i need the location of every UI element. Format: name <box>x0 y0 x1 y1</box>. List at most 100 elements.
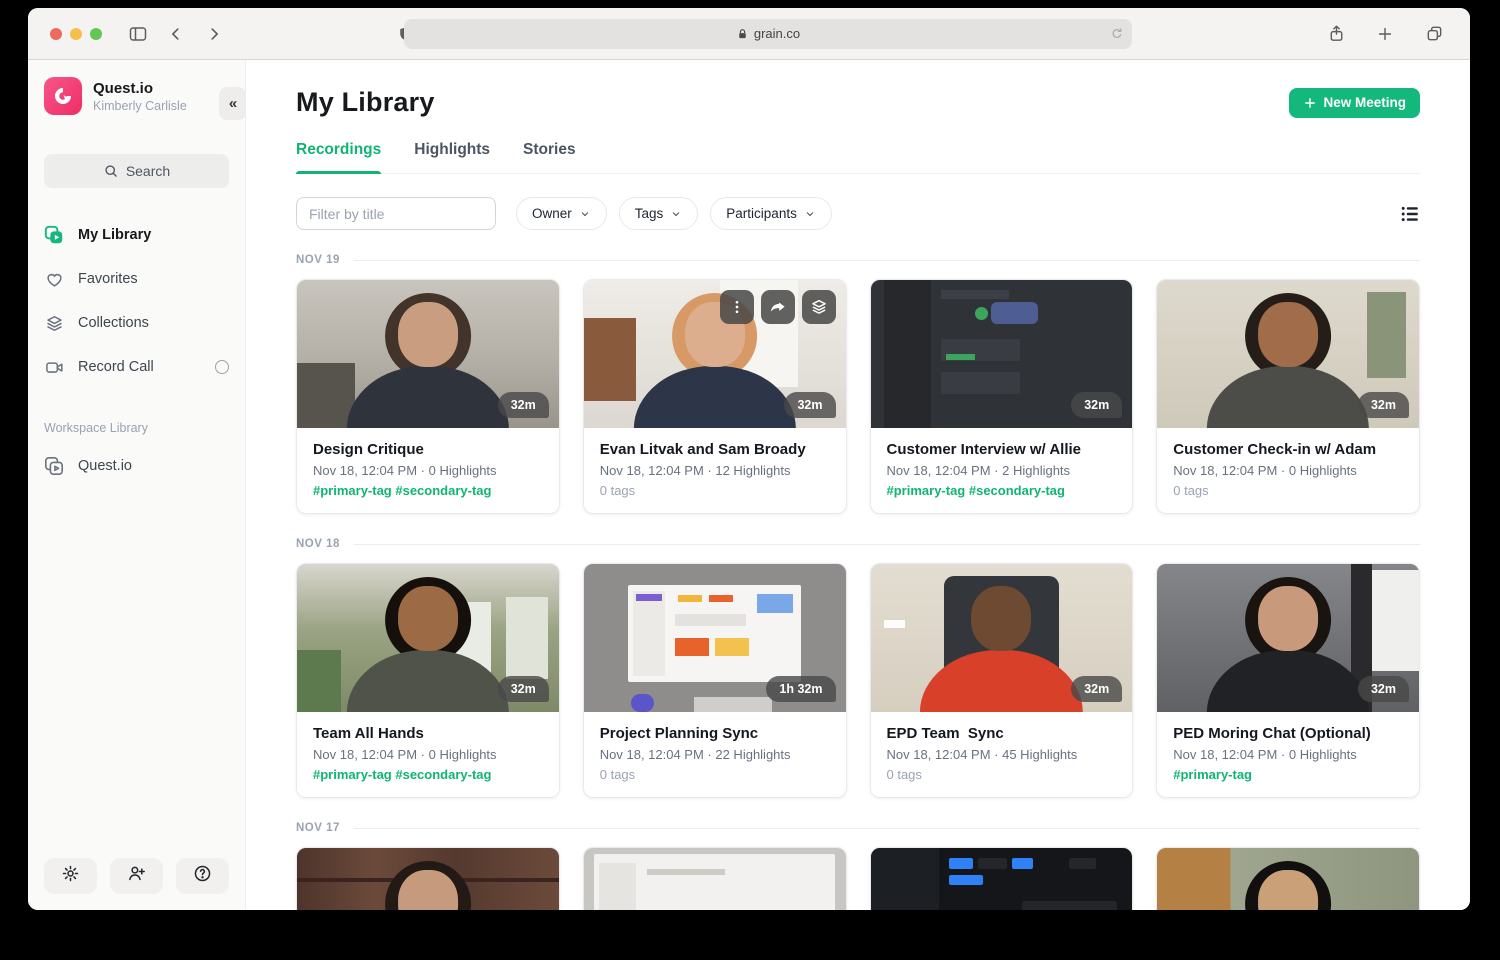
workspace-name: Quest.io <box>93 80 187 97</box>
library-green-icon <box>44 225 64 245</box>
recording-card[interactable]: 1h 32mProject Planning SyncNov 18, 12:04… <box>583 563 847 798</box>
person-torso <box>347 366 509 428</box>
sidebar-item-record-call[interactable]: Record Call <box>44 345 229 389</box>
recording-tags[interactable]: #primary-tag #secondary-tag <box>887 483 1117 498</box>
recording-info: EPD Team SyncNov 18, 12:04 PM · 45 Highl… <box>871 712 1133 797</box>
new-tab-icon[interactable] <box>1371 20 1399 48</box>
workspace-library-label: Workspace Library <box>44 421 229 435</box>
thumbnail-shape <box>599 863 636 910</box>
recordings-grid: More filters <box>296 847 1420 910</box>
duration-badge: 32m <box>498 392 549 418</box>
person-torso <box>1207 366 1369 428</box>
filter-by-title-input[interactable] <box>296 197 496 230</box>
recording-card[interactable]: 32mTeam All HandsNov 18, 12:04 PM · 0 Hi… <box>296 563 560 798</box>
duration-badge: 32m <box>498 676 549 702</box>
filter-dropdown-participants[interactable]: Participants <box>710 197 832 230</box>
zoom-window-button[interactable] <box>90 28 102 40</box>
user-name: Kimberly Carlisle <box>93 99 187 113</box>
recording-card[interactable] <box>296 847 560 910</box>
recording-card[interactable]: More filters <box>870 847 1134 910</box>
recording-tags: 0 tags <box>1173 483 1403 498</box>
minimize-window-button[interactable] <box>70 28 82 40</box>
forward-icon[interactable] <box>200 20 228 48</box>
recording-meta: Nov 18, 12:04 PM · 0 Highlights <box>1173 747 1403 762</box>
recording-tags[interactable]: #primary-tag #secondary-tag <box>313 483 543 498</box>
thumbnail-shape <box>506 597 548 680</box>
recording-title: Design Critique <box>313 441 543 458</box>
recording-card[interactable]: 32mPED Moring Chat (Optional)Nov 18, 12:… <box>1156 563 1420 798</box>
recording-tags[interactable]: #primary-tag <box>1173 767 1403 782</box>
filter-dropdown-tags[interactable]: Tags <box>619 197 699 230</box>
recordings-sections: NOV 1932mDesign CritiqueNov 18, 12:04 PM… <box>296 254 1420 910</box>
workspace-switcher[interactable]: Quest.io Kimberly Carlisle <box>44 77 229 115</box>
recording-info: Customer Interview w/ AllieNov 18, 12:04… <box>871 428 1133 513</box>
thumbnail-shape <box>709 595 733 602</box>
share-icon[interactable] <box>761 290 795 324</box>
thumbnail-shape <box>949 875 983 885</box>
back-icon[interactable] <box>162 20 190 48</box>
thumbnail-shape <box>871 848 939 910</box>
date-divider-line <box>354 544 1420 545</box>
sidebar-item-favorites[interactable]: Favorites <box>44 257 229 301</box>
quest-logo-icon <box>44 77 82 115</box>
duration-badge: 32m <box>1358 392 1409 418</box>
recording-card[interactable] <box>1156 847 1420 910</box>
recording-meta: Nov 18, 12:04 PM · 0 Highlights <box>313 747 543 762</box>
recording-thumbnail: 32m <box>297 280 559 428</box>
recording-tags[interactable]: #primary-tag #secondary-tag <box>313 767 543 782</box>
filter-dropdown-owner[interactable]: Owner <box>516 197 607 230</box>
tab-highlights[interactable]: Highlights <box>414 141 490 173</box>
address-bar[interactable]: grain.co <box>404 19 1132 49</box>
settings-button[interactable] <box>44 858 97 894</box>
window-controls <box>50 28 102 40</box>
person-face <box>1258 586 1318 651</box>
tab-recordings[interactable]: Recordings <box>296 141 381 173</box>
recording-thumbnail: 32m <box>1157 280 1419 428</box>
recording-meta: Nov 18, 12:04 PM · 0 Highlights <box>313 463 543 478</box>
reload-icon[interactable] <box>1110 27 1124 41</box>
recording-meta: Nov 18, 12:04 PM · 45 Highlights <box>887 747 1117 762</box>
collapse-sidebar-button[interactable]: « <box>219 87 246 120</box>
new-meeting-button[interactable]: New Meeting <box>1289 88 1420 118</box>
thumbnail-shape <box>1022 901 1116 910</box>
duration-badge: 32m <box>1358 676 1409 702</box>
thumbnail-shape <box>975 307 988 320</box>
sidebar-toggle-icon[interactable] <box>124 20 152 48</box>
thumbnail-shape <box>584 318 636 401</box>
kebab-icon[interactable] <box>720 290 754 324</box>
plus-icon <box>1303 96 1317 110</box>
invite-user-button[interactable] <box>110 858 163 894</box>
duration-badge: 32m <box>1071 676 1122 702</box>
list-view-icon[interactable] <box>1400 204 1420 224</box>
sidebar-item-label: My Library <box>78 227 151 243</box>
tab-stories[interactable]: Stories <box>523 141 576 173</box>
share-icon[interactable] <box>1322 20 1350 48</box>
recording-thumbnail <box>584 848 846 910</box>
search-button[interactable]: Search <box>44 154 229 188</box>
recording-card[interactable]: 32mEvan Litvak and Sam BroadyNov 18, 12:… <box>583 279 847 514</box>
recording-card[interactable]: 32m Design Critique Nov 18, 12:04 PM · 0 H… <box>296 279 560 514</box>
workspace-library-list: Quest.io <box>44 444 229 488</box>
recording-card[interactable]: 32mCustomer Interview w/ AllieNov 18, 12… <box>870 279 1134 514</box>
layers-icon[interactable] <box>802 290 836 324</box>
recording-card[interactable]: 32m EPD Team SyncNov 18, 12:04 PM · 45 Hi… <box>870 563 1134 798</box>
sidebar-item-collections[interactable]: Collections <box>44 301 229 345</box>
workspace-item-quest-io[interactable]: Quest.io <box>44 444 229 488</box>
thumbnail-shape <box>631 694 655 712</box>
thumbnail-shape <box>949 858 973 868</box>
sidebar-item-my-library[interactable]: My Library <box>44 213 229 257</box>
sidebar-bottom-actions <box>44 858 229 894</box>
browser-toolbar: grain.co <box>28 8 1470 60</box>
recording-meta: Nov 18, 12:04 PM · 0 Highlights <box>1173 463 1403 478</box>
recording-card[interactable] <box>583 847 847 910</box>
recording-thumbnail: 32m <box>584 280 846 428</box>
thumbnail-shape <box>297 363 355 428</box>
heart-icon <box>44 270 64 289</box>
help-button[interactable] <box>176 858 229 894</box>
help-icon <box>193 864 212 889</box>
close-window-button[interactable] <box>50 28 62 40</box>
recording-card[interactable]: 32mCustomer Check-in w/ AdamNov 18, 12:0… <box>1156 279 1420 514</box>
recording-info: Evan Litvak and Sam BroadyNov 18, 12:04 … <box>584 428 846 513</box>
tabs-overview-icon[interactable] <box>1420 20 1448 48</box>
filter-dropdown-label: Participants <box>726 206 797 221</box>
